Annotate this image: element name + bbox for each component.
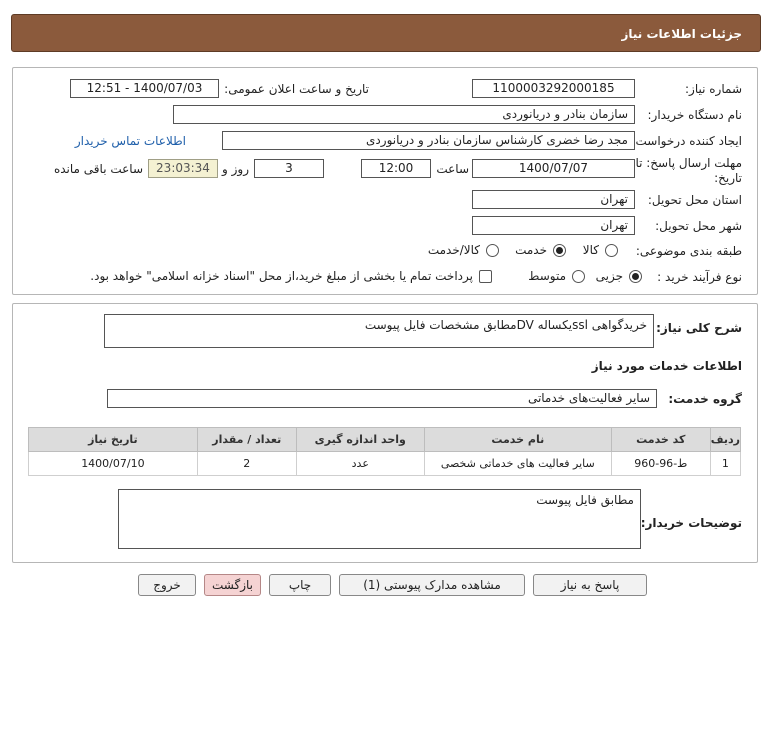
exit-button[interactable]: خروج <box>138 574 196 596</box>
city-field: تهران <box>472 216 635 235</box>
remaining-time-field: 23:03:34 <box>148 159 218 178</box>
remaining-label: ساعت باقی مانده <box>53 162 143 176</box>
province-label: استان محل تحویل: <box>647 193 742 207</box>
table-header-row: ردیف کد خدمت نام خدمت واحد اندازه گیری ت… <box>28 427 742 452</box>
cell-service-code: ط-96-960 <box>610 451 711 476</box>
buyer-org-field: سازمان بنادر و دریانوردی <box>173 105 635 124</box>
category-radio-goods[interactable] <box>605 244 618 257</box>
print-button[interactable]: چاپ <box>269 574 331 596</box>
purchase-type-label: نوع فرآیند خرید : <box>657 270 742 284</box>
category-option-goods-service: کالا/خدمت <box>427 243 480 257</box>
buyer-notes-box: مطابق فایل پیوست <box>118 489 641 549</box>
services-table: ردیف کد خدمت نام خدمت واحد اندازه گیری ت… <box>28 427 742 476</box>
creator-label: ایجاد کننده درخواست: <box>631 134 742 148</box>
page-title: جزئیات اطلاعات نیاز <box>11 14 761 52</box>
cell-quantity: 2 <box>196 451 297 476</box>
summary-box: خریدگواهی sslیکساله DVمطابق مشخصات فایل … <box>104 314 654 348</box>
need-number-label: شماره نیاز: <box>685 82 742 96</box>
cell-need-date: 1400/07/10 <box>28 451 198 476</box>
need-info-panel <box>12 67 758 295</box>
purchase-radio-medium[interactable] <box>572 270 585 283</box>
summary-label: شرح کلی نیاز: <box>656 321 742 335</box>
need-number-field: 1100003292000185 <box>472 79 635 98</box>
deadline-date-field: 1400/07/07 <box>472 159 635 178</box>
col-service-code: کد خدمت <box>610 427 711 452</box>
province-field: تهران <box>472 190 635 209</box>
purchase-option-minor: جزیی <box>595 269 623 283</box>
col-service-name: نام خدمت <box>423 427 612 452</box>
deadline-label: مهلت ارسال پاسخ: تا <box>635 156 742 170</box>
deadline-time-label: ساعت <box>436 162 469 176</box>
treasury-payment-checkbox[interactable] <box>479 270 492 283</box>
category-label: طبقه بندی موضوعی: <box>635 244 742 258</box>
announce-label: تاریخ و ساعت اعلان عمومی: <box>224 82 369 96</box>
need-details-page: 0101 ParsNamadData مرکز فرآوری اطلاعات پ… <box>0 0 770 745</box>
category-radio-goods-service[interactable] <box>486 244 499 257</box>
treasury-payment-note: پرداخت تمام یا بخشی از مبلغ خرید،از محل … <box>90 269 473 283</box>
table-row: 1 ط-96-960 سایر فعالیت های خدماتی شخصی ع… <box>28 451 742 476</box>
services-heading: اطلاعات خدمات مورد نیاز <box>591 359 742 373</box>
announce-field: 1400/07/03 - 12:51 <box>70 79 219 98</box>
col-quantity: تعداد / مقدار <box>196 427 297 452</box>
deadline-label-line2: تاریخ: <box>714 171 742 185</box>
service-group-field: سایر فعالیت‌های خدماتی <box>107 389 657 408</box>
buyer-contact-link[interactable]: اطلاعات تماس خریدار <box>75 134 186 148</box>
category-option-service: خدمت <box>515 243 547 257</box>
service-group-label: گروه خدمت: <box>668 392 742 406</box>
col-row-number: ردیف <box>709 427 742 452</box>
col-need-date: تاریخ نیاز <box>28 427 198 452</box>
city-label: شهر محل تحویل: <box>655 219 742 233</box>
reply-button[interactable]: پاسخ به نیاز <box>533 574 647 596</box>
days-field: 3 <box>254 159 324 178</box>
days-label: روز و <box>222 162 249 176</box>
cell-service-name: سایر فعالیت های خدماتی شخصی <box>423 451 612 476</box>
deadline-time-field: 12:00 <box>361 159 431 178</box>
purchase-option-medium: متوسط <box>528 269 566 283</box>
col-unit: واحد اندازه گیری <box>295 427 425 452</box>
buyer-notes-label: توضیحات خریدار: <box>640 516 742 530</box>
buyer-org-label: نام دستگاه خریدار: <box>647 108 743 122</box>
cell-unit: عدد <box>295 451 425 476</box>
category-option-goods: کالا <box>582 243 599 257</box>
view-attachments-button[interactable]: مشاهده مدارک پیوستی (1) <box>339 574 525 596</box>
creator-field: مجد رضا خضری کارشناس سازمان بنادر و دریا… <box>222 131 635 150</box>
cell-row-number: 1 <box>709 451 742 476</box>
category-radio-service[interactable] <box>553 244 566 257</box>
back-button[interactable]: بازگشت <box>204 574 261 596</box>
purchase-radio-minor[interactable] <box>629 270 642 283</box>
